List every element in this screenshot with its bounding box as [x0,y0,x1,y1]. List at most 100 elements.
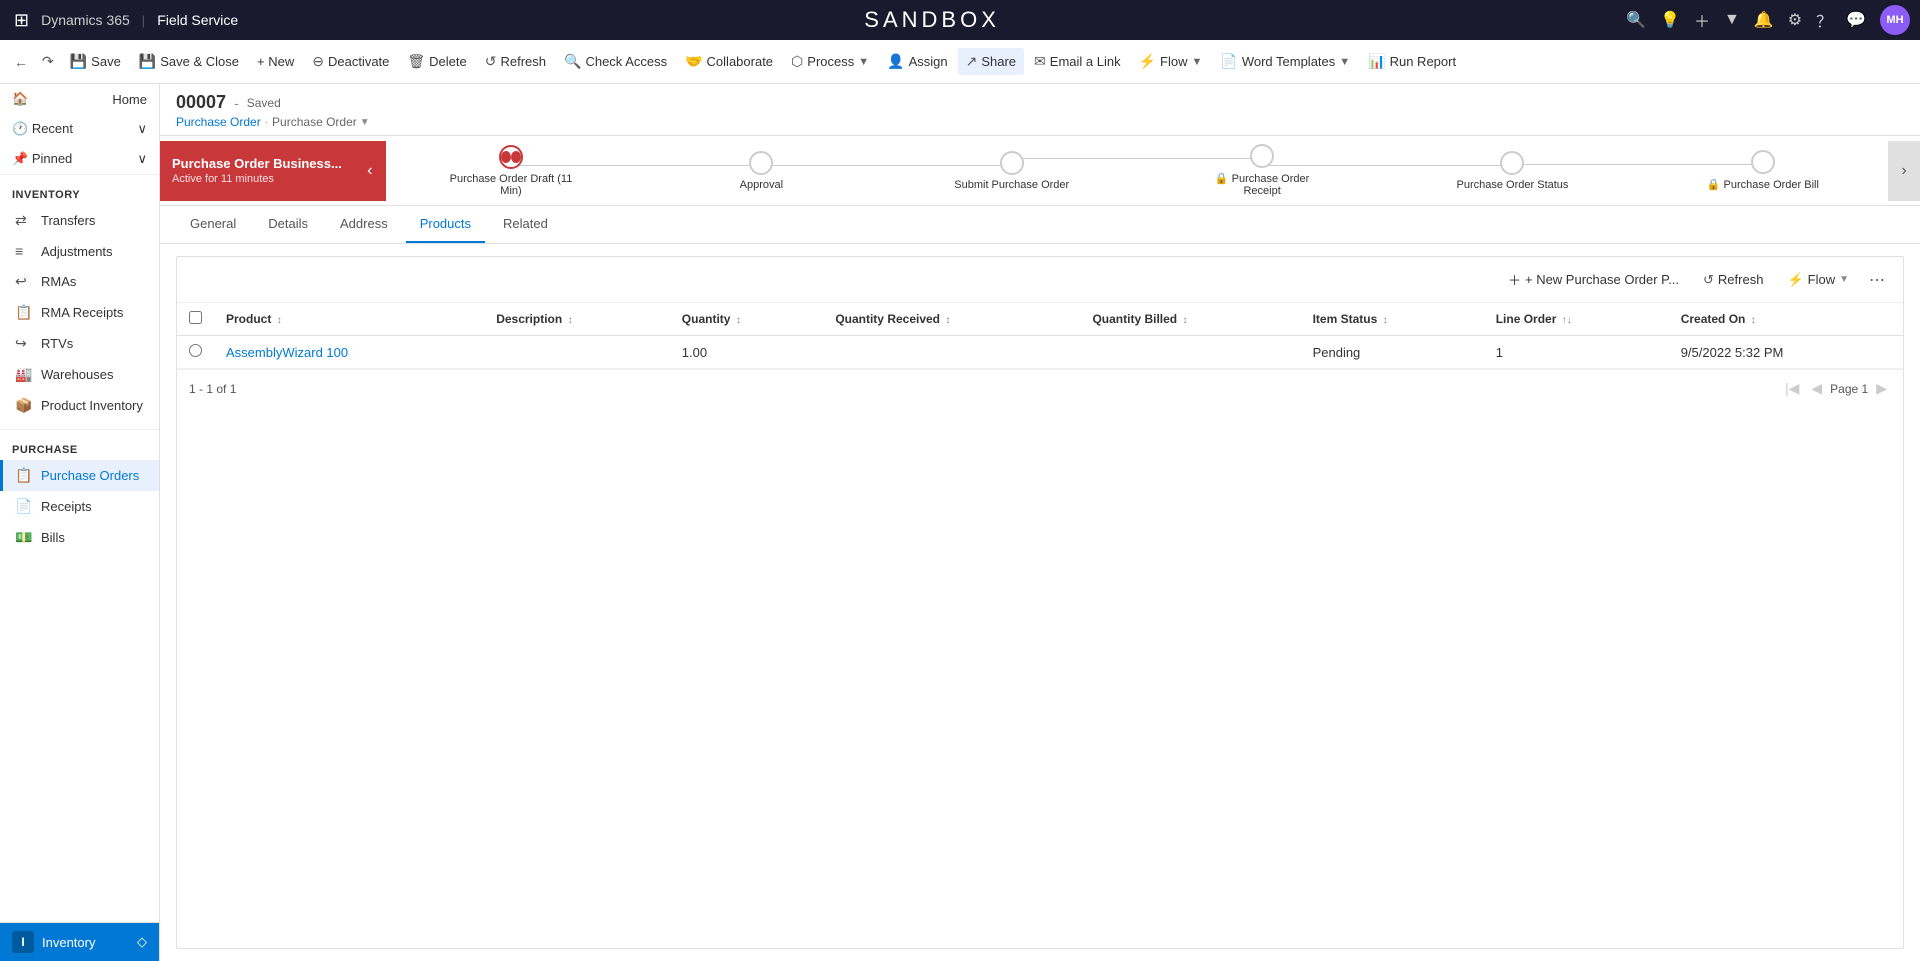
page-label: Page 1 [1830,382,1868,396]
new-purchase-order-button[interactable]: ＋ + New Purchase Order P... [1498,265,1689,294]
tab-related[interactable]: Related [489,206,562,243]
waffle-icon[interactable]: ⊞ [10,6,33,35]
product-link[interactable]: AssemblyWizard 100 [226,345,348,360]
item-status-cell: Pending [1301,336,1484,369]
word-templates-dropdown-icon: ▼ [1339,56,1350,68]
avatar[interactable]: MH [1880,5,1910,35]
row-select-cell[interactable] [177,336,214,369]
description-cell [484,336,670,369]
sidebar-item-purchase-orders[interactable]: 📋 Purchase Orders [0,460,159,491]
tab-address[interactable]: Address [326,206,402,243]
refresh-button[interactable]: ↺ Refresh [477,48,554,75]
first-page-button[interactable]: |◀ [1781,378,1803,399]
lightbulb-icon[interactable]: 💡 [1660,10,1680,30]
email-link-button[interactable]: ✉ Email a Link [1026,48,1129,75]
tab-products[interactable]: Products [406,206,485,243]
bell-icon[interactable]: 🔔 [1754,10,1774,30]
quantity-sort-icon: ↕ [736,315,741,326]
delete-button[interactable]: 🗑 Delete [399,48,474,75]
sidebar-item-rma-receipts[interactable]: 📋 RMA Receipts [0,297,159,328]
chat-icon[interactable]: 💬 [1846,10,1866,30]
new-purchase-icon: ＋ [1508,270,1521,289]
share-button[interactable]: ↗ Share [958,48,1024,75]
sidebar-bottom[interactable]: I Inventory ◇ [0,922,159,961]
col-line-order[interactable]: Line Order ↑↓ [1484,303,1669,336]
step-circle-approval [749,151,773,175]
save-button[interactable]: 💾 Save [62,48,129,75]
nav-icons: 🔍 💡 ＋ ▼ 🔔 ⚙ ？ 💬 MH [1626,5,1910,35]
sidebar-item-receipts[interactable]: 📄 Receipts [0,491,159,522]
row-select-radio[interactable] [189,344,202,357]
sidebar-home[interactable]: 🏠 Home [0,84,159,114]
col-quantity-received[interactable]: Quantity Received ↕ [823,303,1080,336]
run-report-button[interactable]: 📊 Run Report [1360,48,1464,75]
app-name-label: Field Service [157,12,238,28]
sidebar-pinned[interactable]: 📌 Pinned ∨ [0,144,159,174]
sidebar-item-warehouses[interactable]: 🏭 Warehouses [0,359,159,390]
select-all-checkbox[interactable] [189,311,202,324]
new-button[interactable]: + New [249,49,302,74]
deactivate-button[interactable]: ⊖ Deactivate [304,48,397,75]
process-step-status[interactable]: Purchase Order Status [1387,151,1637,191]
qty-received-sort-icon: ↕ [945,315,950,326]
process-step-approval[interactable]: Approval [636,151,886,191]
warehouses-icon: 🏭 [15,366,33,383]
col-item-status[interactable]: Item Status ↕ [1301,303,1484,336]
plus-icon[interactable]: ＋ [1694,8,1710,32]
process-step-submit[interactable]: Submit Purchase Order [887,151,1137,191]
bottom-icon: I [12,931,34,953]
prev-page-button[interactable]: ◀ [1807,378,1826,399]
tab-general[interactable]: General [176,206,250,243]
process-step-draft[interactable]: Purchase Order Draft (11 Min) [386,145,636,197]
subgrid-refresh-button[interactable]: ↺ Refresh [1693,267,1773,293]
sidebar-item-adjustments[interactable]: ≡ Adjustments [0,236,159,266]
purchase-section-label: Purchase [0,438,159,460]
process-step-receipt[interactable]: 🔒 Purchase Order Receipt [1137,144,1387,197]
tab-details[interactable]: Details [254,206,322,243]
breadcrumb-entity[interactable]: Purchase Order [176,115,261,129]
collaborate-button[interactable]: 🤝 Collaborate [677,48,781,75]
sidebar-item-product-inventory[interactable]: 📦 Product Inventory [0,390,159,421]
top-nav: ⊞ Dynamics 365 | Field Service SANDBOX 🔍… [0,0,1920,40]
check-access-button[interactable]: 🔍 Check Access [556,48,675,75]
nav-separator: | [142,13,145,28]
question-icon[interactable]: ？ [1816,8,1832,32]
col-quantity-billed[interactable]: Quantity Billed ↕ [1080,303,1300,336]
col-created-on[interactable]: Created On ↕ [1669,303,1903,336]
col-product[interactable]: Product ↕ [214,303,484,336]
sidebar: 🏠 Home 🕐 Recent ∨ 📌 Pinned ∨ Inventory ⇄… [0,84,160,961]
select-all-header[interactable] [177,303,214,336]
subgrid-table: Product ↕ Description ↕ Quantity ↕ [177,303,1903,369]
sidebar-item-rtvs[interactable]: ↪ RTVs [0,328,159,359]
step-label-approval: Approval [740,179,783,191]
breadcrumb-type[interactable]: Purchase Order ▼ [272,115,370,129]
step-label-bill: 🔒 Purchase Order Bill [1707,178,1819,191]
sidebar-recent[interactable]: 🕐 Recent ∨ [0,114,159,144]
process-nav-right[interactable]: › [1888,141,1920,201]
process-step-bill[interactable]: 🔒 Purchase Order Bill [1638,150,1888,191]
main-layout: 🏠 Home 🕐 Recent ∨ 📌 Pinned ∨ Inventory ⇄… [0,84,1920,961]
col-description[interactable]: Description ↕ [484,303,670,336]
row-count: 1 - 1 of 1 [189,382,236,396]
process-nav-left[interactable]: ‹ [354,141,386,201]
redo-button[interactable]: ↷ [36,48,60,75]
assign-button[interactable]: 👤 Assign [879,48,955,75]
word-templates-button[interactable]: 📄 Word Templates ▼ [1212,48,1358,75]
sidebar-item-bills[interactable]: 💵 Bills [0,522,159,553]
search-icon[interactable]: 🔍 [1626,10,1646,30]
subgrid-flow-button[interactable]: ⚡ Flow ▼ [1777,267,1859,293]
sidebar-item-rmas[interactable]: ↩ RMAs [0,266,159,297]
quantity-cell: 1.00 [670,336,824,369]
save-close-button[interactable]: 💾 Save & Close [131,48,247,75]
process-button[interactable]: ⬡ Process ▼ [783,48,877,75]
gear-icon[interactable]: ⚙ [1788,10,1802,30]
filter-icon[interactable]: ▼ [1724,11,1740,29]
sidebar-item-transfers[interactable]: ⇄ Transfers [0,205,159,236]
flow-button[interactable]: ⚡ Flow ▼ [1131,48,1211,75]
col-quantity[interactable]: Quantity ↕ [670,303,824,336]
brand-label: Dynamics 365 [41,12,130,28]
next-page-button[interactable]: ▶ [1872,378,1891,399]
subgrid-more-button[interactable]: ⋯ [1863,266,1891,294]
back-button[interactable]: ← [8,49,34,75]
created-on-sort-icon: ↕ [1751,315,1756,326]
